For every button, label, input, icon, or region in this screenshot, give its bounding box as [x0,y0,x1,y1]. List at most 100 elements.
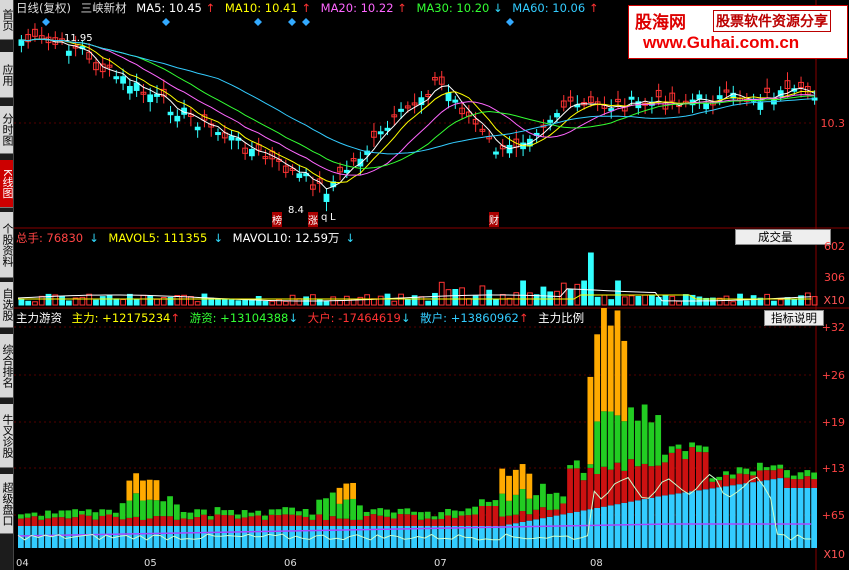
large-bar [214,514,221,526]
large-bar [458,515,465,526]
retail-bar [228,526,234,548]
retail-bar [329,526,336,548]
retail-bar [560,514,567,548]
retail-bar [241,526,248,548]
volume-indicator-button[interactable]: 成交量 [735,229,831,245]
tag-bang[interactable]: 榜 [272,212,282,227]
volume-bar [547,291,554,306]
retail-bar [546,516,553,548]
large-bar [58,517,65,526]
volume-bar [86,293,93,306]
sidebar-tab-timeshare[interactable]: 分时图 [0,106,13,154]
main-bar [607,325,614,412]
large-bar [248,516,255,526]
retail-bar [607,505,614,548]
main-bar [336,487,343,504]
large-bar [682,458,689,493]
volume-bar [337,299,343,306]
mf-axis-3: +19 [821,416,845,429]
large-bar [811,479,817,488]
hot-bar [58,510,65,518]
main-bar [594,334,601,422]
retail-bar [716,487,723,548]
tag-cai[interactable]: 财 [489,212,499,227]
large-bar [479,506,485,526]
volume-bar [777,299,784,306]
sidebar-tab-kline[interactable]: K线图 [0,160,13,208]
large-bar [418,519,424,526]
ma10-label: MA10: 10.41 ↑ [224,1,311,15]
sidebar-tab-orderbook[interactable]: 超级盘口 [0,474,13,534]
candle [628,96,635,100]
large-bar [472,514,479,526]
large-bar [770,470,777,480]
volume-bar [126,293,133,306]
tag-zhang[interactable]: 涨 [308,212,318,227]
hot-bar [99,509,106,516]
large-bar [641,463,648,500]
retail-bar [702,489,709,548]
volume-bar [662,294,669,306]
hot-bar [770,465,777,471]
volume-header: 总手: 76830 ↓ MAVOL5: 111355 ↓ MAVOL10: 12.5… [16,231,356,245]
hot-bar [451,510,458,518]
large-bar [275,515,282,526]
retail-bar [438,526,445,548]
hot-bar [112,512,119,517]
volume-bar [425,300,432,306]
chart-canvas[interactable] [14,0,849,570]
large-bar [445,515,451,526]
large-bar [431,519,438,526]
sidebar-tab-profile[interactable]: 个股资料 [0,212,13,278]
volume-bar [750,295,757,306]
retail-bar [51,526,58,548]
sidebar-tab-home[interactable]: 首页 [0,0,13,40]
hot-bar [675,444,682,449]
sidebar-tab-ranking[interactable]: 综合排名 [0,334,13,398]
hot-bar [336,503,343,519]
retail-bar [45,526,51,548]
sidebar-tab-watchlist[interactable]: 自选股 [0,282,13,328]
large-bar [621,470,628,503]
retail-bar [485,526,492,548]
large-bar [390,518,397,526]
hot-bar [662,454,668,463]
hot-bar [763,467,770,471]
candle [547,119,554,123]
large-bar [695,451,702,491]
hot-bar [424,511,431,519]
large-bar [499,516,506,526]
logo: 股海网 股票软件资源分享 www.Guhai.com.cn [628,5,848,59]
tag-l[interactable]: L [330,212,336,223]
tag-q[interactable]: q [321,212,327,223]
indicator-help-button[interactable]: 指标说明 [764,310,824,326]
hot-bar [438,512,445,519]
candle [249,148,255,157]
volume-bar [438,281,445,306]
hot-bar [506,500,512,516]
hot-bar [472,506,479,515]
candle [757,101,764,110]
large-bar [140,519,146,526]
retail-bar [736,484,743,548]
sidebar-tab-diagnosis[interactable]: 牛叉诊股 [0,404,13,468]
hot-bar [316,499,323,515]
retail-bar [262,526,268,548]
chart-area[interactable]: 日线(复权) 三峡新材 MA5: 10.45 ↑ MA10: 10.41 ↑ M… [14,0,849,570]
hot-bar [723,471,729,475]
large-bar [546,509,553,517]
volume-bar [587,252,594,306]
kline-header: 日线(复权) 三峡新材 MA5: 10.45 ↑ MA10: 10.41 ↑ M… [16,1,604,15]
hot-bar [106,509,112,515]
retail-bar [479,526,485,548]
volume-bar [228,299,235,306]
candle [147,94,154,103]
volume-bar [493,298,499,306]
large-bar [221,515,228,526]
hot-bar [377,508,384,516]
hot-bar [573,460,580,469]
volume-bar [242,299,249,306]
large-bar [662,462,668,496]
sidebar-tab-apps[interactable]: 应用 [0,52,13,98]
retail-bar [580,510,587,548]
